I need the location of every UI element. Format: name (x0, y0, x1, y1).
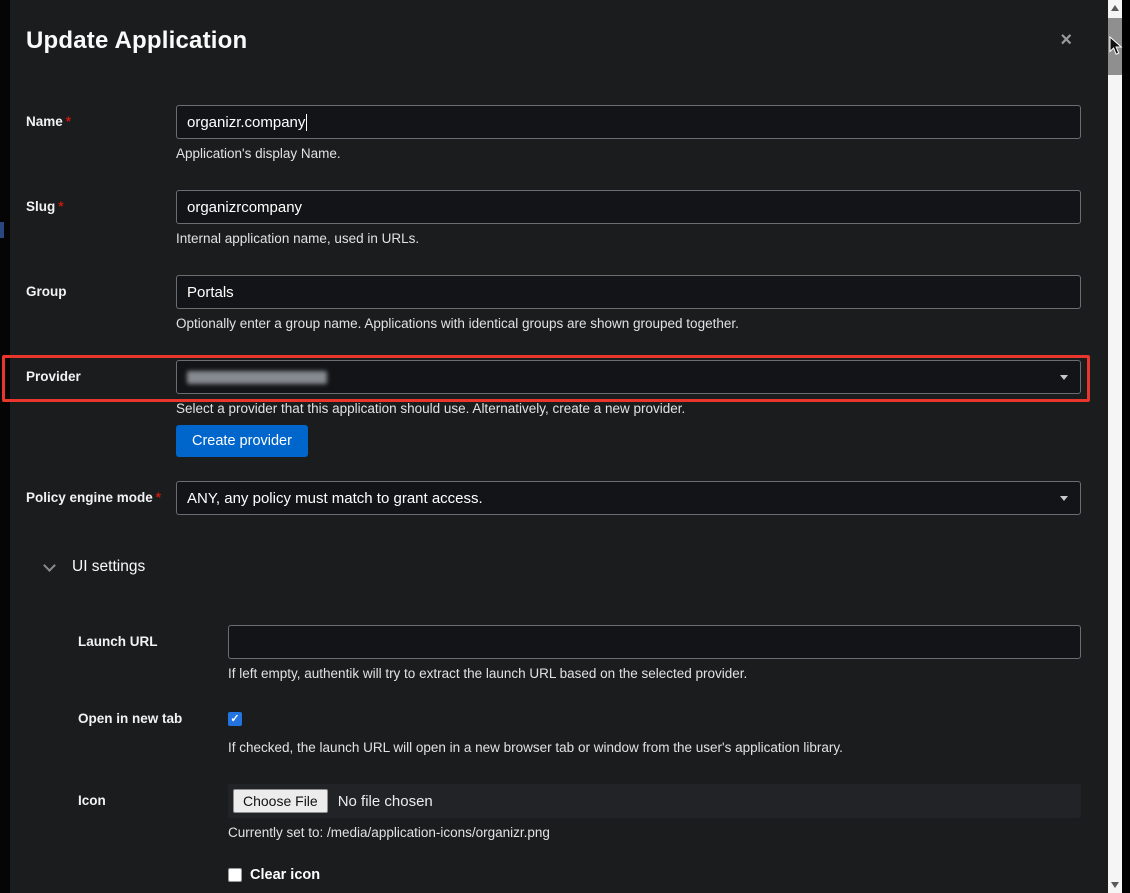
chevron-down-icon (1060, 375, 1068, 380)
application-form: Name* organizr.company Application's dis… (26, 105, 1108, 883)
open-in-new-tab-row: Open in new tab ✓ If checked, the launch… (78, 710, 1108, 756)
text-caret (306, 114, 307, 131)
ui-settings-header[interactable]: UI settings (45, 557, 1108, 577)
name-field-row: Name* organizr.company Application's dis… (26, 105, 1108, 162)
icon-help-text: Currently set to: /media/application-ico… (228, 825, 1081, 841)
name-label: Name* (26, 105, 176, 162)
scrollbar-track[interactable] (1108, 0, 1122, 893)
policy-engine-mode-select[interactable]: ANY, any policy must match to grant acce… (176, 481, 1081, 515)
group-input[interactable]: Portals (176, 275, 1081, 309)
window-edge-strip (1122, 0, 1130, 893)
clear-icon-checkbox[interactable] (228, 868, 242, 882)
file-status-text: No file chosen (338, 793, 433, 810)
arrow-down-icon (1111, 882, 1119, 888)
update-application-modal: Update Application × Name* organizr.comp… (10, 0, 1108, 893)
group-help-text: Optionally enter a group name. Applicati… (176, 316, 1081, 332)
launch-url-help-text: If left empty, authentik will try to ext… (228, 666, 1081, 682)
scrollbar-up-arrow[interactable] (1108, 0, 1122, 16)
required-marker: * (156, 490, 161, 505)
ui-settings-section: Launch URL If left empty, authentik will… (26, 625, 1108, 883)
clear-icon-label: Clear icon (250, 867, 320, 883)
slug-help-text: Internal application name, used in URLs. (176, 231, 1081, 247)
policy-engine-mode-label: Policy engine mode* (26, 481, 176, 515)
chevron-down-icon (1060, 496, 1068, 501)
icon-file-input[interactable]: Choose File No file chosen (228, 784, 1081, 818)
name-input[interactable]: organizr.company (176, 105, 1081, 139)
slug-label: Slug* (26, 190, 176, 247)
scrollbar-down-arrow[interactable] (1108, 877, 1122, 893)
launch-url-input[interactable] (228, 625, 1081, 659)
provider-select[interactable] (176, 360, 1081, 394)
icon-label: Icon (78, 784, 228, 883)
provider-help-text: Select a provider that this application … (176, 401, 1081, 417)
group-label: Group (26, 275, 176, 332)
name-help-text: Application's display Name. (176, 146, 1081, 162)
create-provider-button[interactable]: Create provider (176, 425, 308, 457)
scrollbar-thumb[interactable] (1108, 18, 1122, 75)
clear-icon-row: Clear icon (228, 867, 1081, 883)
group-field-row: Group Portals Optionally enter a group n… (26, 275, 1108, 332)
icon-field-row: Icon Choose File No file chosen Currentl… (78, 784, 1108, 883)
arrow-up-icon (1111, 5, 1119, 11)
open-in-new-tab-label: Open in new tab (78, 710, 228, 756)
launch-url-row: Launch URL If left empty, authentik will… (78, 625, 1108, 682)
chevron-down-icon (43, 559, 56, 572)
required-marker: * (66, 114, 71, 129)
launch-url-label: Launch URL (78, 625, 228, 682)
close-icon[interactable]: × (1060, 30, 1072, 50)
slug-field-row: Slug* organizrcompany Internal applicati… (26, 190, 1108, 247)
slug-input[interactable]: organizrcompany (176, 190, 1081, 224)
provider-redacted-value (187, 371, 327, 384)
page-root: Update Application × Name* organizr.comp… (0, 0, 1130, 893)
required-marker: * (58, 199, 63, 214)
provider-field-row: Provider Select a provider that this app… (26, 360, 1108, 457)
ui-settings-title: UI settings (72, 558, 145, 576)
policy-engine-mode-row: Policy engine mode* ANY, any policy must… (26, 481, 1108, 515)
provider-label: Provider (26, 360, 176, 457)
choose-file-button[interactable]: Choose File (233, 789, 328, 813)
open-in-new-tab-help-text: If checked, the launch URL will open in … (228, 740, 1081, 756)
modal-title: Update Application (26, 26, 1108, 56)
open-in-new-tab-checkbox[interactable]: ✓ (228, 712, 242, 726)
backdrop-artifact (0, 222, 4, 238)
